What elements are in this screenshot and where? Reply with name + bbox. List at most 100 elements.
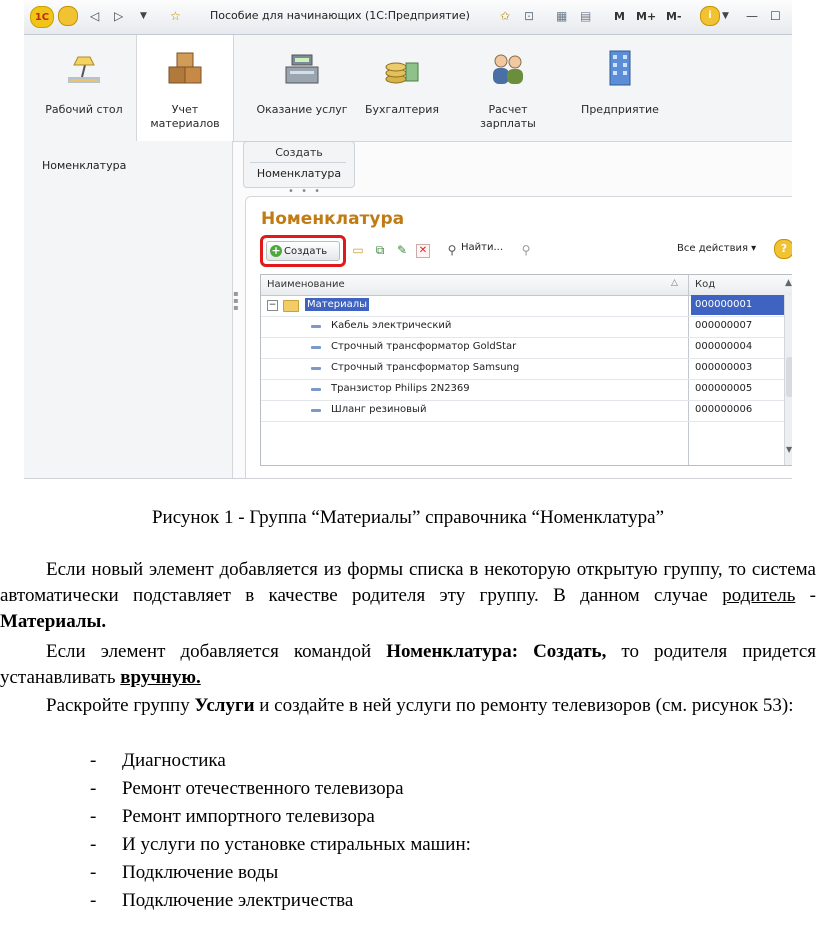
paragraph: Если новый элемент добавляется из формы … — [0, 557, 816, 635]
calendar-icon[interactable]: ▤ — [580, 6, 591, 26]
services-list: - Диагностика - Ремонт отечественного теле… — [90, 747, 471, 915]
cancel-search-icon[interactable]: ⚲ — [518, 242, 534, 258]
minimize-icon[interactable]: — — [746, 6, 758, 26]
item-icon — [311, 346, 321, 349]
divider — [250, 162, 346, 163]
building-icon — [609, 50, 631, 86]
list-form: Номенклатура + Создать ▭ ⧉ ✎ ✕ ⚲ Найти..… — [245, 196, 792, 478]
table-row[interactable]: Кабель электрический 000000007 — [261, 316, 792, 338]
table-row[interactable]: Шланг резиновый 000000006 — [261, 400, 792, 422]
vertical-scrollbar[interactable]: ▼ — [784, 295, 792, 465]
cell-code: 000000007 — [695, 320, 753, 331]
section-label: Учет материалов — [150, 103, 220, 130]
table-row[interactable]: Строчный трансформатор Samsung 000000003 — [261, 358, 792, 380]
back-arrow-icon[interactable]: ◁ — [90, 6, 99, 26]
delete-mark-icon[interactable]: ✕ — [416, 244, 430, 258]
window-title: Пособие для начинающих (1С:Предприятие) — [210, 9, 470, 22]
scroll-down-icon[interactable]: ▼ — [786, 445, 792, 454]
memory-minus-button[interactable]: M- — [666, 6, 682, 26]
maximize-icon[interactable]: ☐ — [770, 6, 781, 26]
menu-circle-icon — [58, 6, 78, 26]
navigation-panel: Номенклатура — [24, 141, 233, 478]
coins-icon — [385, 62, 419, 84]
text: - — [795, 585, 816, 606]
paragraph: Раскройте группу Услуги и создайте в ней… — [0, 693, 816, 719]
item-icon — [311, 409, 321, 412]
table-row[interactable]: Строчный трансформатор GoldStar 00000000… — [261, 337, 792, 359]
memory-plus-button[interactable]: M+ — [636, 6, 656, 26]
main-menu-button[interactable] — [58, 6, 78, 26]
underlined-text: родитель — [722, 585, 796, 606]
actions-header: Создать — [275, 146, 323, 159]
text: Раскройте группу — [46, 695, 195, 716]
cell-name: Строчный трансформатор Samsung — [331, 362, 520, 373]
section-enterprise[interactable]: Предприятие — [570, 35, 670, 139]
item-icon — [311, 367, 321, 370]
section-label: Оказание услуг — [256, 103, 348, 116]
bold-text: Материалы. — [0, 611, 107, 632]
people-icon — [493, 54, 523, 84]
cell-code: 000000003 — [695, 362, 753, 373]
create-group-icon[interactable]: ▭ — [350, 242, 366, 258]
link-icon[interactable]: ⊡ — [524, 6, 534, 26]
boxes-icon — [168, 52, 202, 84]
calculator-icon[interactable]: ▦ — [556, 6, 567, 26]
panel-splitter[interactable]: ▪ ▪ ▪ — [232, 290, 240, 320]
list-item: - Диагностика — [90, 750, 226, 771]
scroll-up-icon[interactable]: ▲ — [785, 278, 792, 288]
section-accounting[interactable]: Бухгалтерия — [354, 35, 450, 139]
cell-code: 000000006 — [695, 404, 753, 415]
text: и создайте в ней услуги по ремонту телев… — [254, 695, 794, 716]
figure-caption: Рисунок 1 - Группа “Материалы” справочни… — [151, 507, 665, 528]
section-label: Рабочий стол — [45, 103, 123, 116]
cell-code: 000000001 — [691, 295, 787, 315]
section-materials[interactable]: Учет материалов — [136, 35, 234, 141]
section-payroll[interactable]: Расчет зарплаты — [460, 35, 556, 139]
list-item: - Ремонт импортного телевизора — [90, 806, 375, 827]
section-label: Бухгалтерия — [364, 103, 440, 116]
section-desktop[interactable]: Рабочий стол — [36, 35, 132, 139]
actions-panel: Создать Номенклатура — [243, 141, 355, 188]
list-item: -И услуги по установке стиральных машин: — [90, 834, 471, 855]
scrollbar-thumb[interactable] — [786, 357, 792, 397]
item-icon — [311, 388, 321, 391]
memory-m-button[interactable]: M — [614, 6, 625, 26]
app-logo[interactable]: 1С — [30, 6, 54, 28]
text: Если элемент добавляется командой — [46, 641, 387, 662]
list-item: - Ремонт отечественного телевизора — [90, 778, 404, 799]
column-header-name[interactable]: Наименование — [267, 279, 345, 290]
help-icon[interactable]: ? — [774, 239, 792, 259]
info-icon[interactable]: i — [700, 6, 720, 26]
section-services[interactable]: Оказание услуг — [254, 35, 350, 139]
cell-name: Кабель электрический — [331, 320, 452, 331]
info-dropdown-icon[interactable]: ▼ — [722, 6, 729, 26]
paragraph: Если элемент добавляется командой Номенк… — [0, 639, 816, 691]
history-dropdown-icon[interactable]: ▼ — [140, 6, 147, 26]
nomenclature-table: Наименование △ Код ▲ − Материалы 0000000… — [260, 274, 792, 466]
section-label: Расчет зарплаты — [480, 103, 536, 130]
favorites-star-icon[interactable]: ☆ — [170, 6, 181, 26]
all-actions-menu[interactable]: Все действия ▾ — [677, 243, 756, 254]
cell-name: Материалы — [305, 298, 369, 311]
collapse-icon[interactable]: − — [267, 300, 278, 311]
cell-name: Транзистор Philips 2N2369 — [331, 383, 470, 394]
list-item: - Подключение электричества — [90, 890, 354, 911]
title-bar: 1С ◁ ▷ ▼ ☆ Пособие для начинающих (1С:Пр… — [24, 0, 792, 35]
search-icon[interactable]: ⚲ — [444, 242, 460, 258]
column-header-code[interactable]: Код — [695, 279, 715, 290]
cell-name: Шланг резиновый — [331, 404, 427, 415]
forward-arrow-icon[interactable]: ▷ — [114, 6, 123, 26]
edit-pencil-icon[interactable]: ✎ — [394, 242, 410, 258]
copy-icon[interactable]: ⧉ — [372, 242, 388, 258]
item-icon — [311, 325, 321, 328]
cell-code: 000000005 — [695, 383, 753, 394]
add-favorite-icon[interactable]: ✩ — [500, 6, 510, 26]
action-create-nomenclature[interactable]: Номенклатура — [244, 167, 354, 180]
nav-item-nomenclature[interactable]: Номенклатура — [42, 159, 126, 172]
table-row-group[interactable]: − Материалы 000000001 — [261, 295, 792, 317]
form-toolbar: + Создать ▭ ⧉ ✎ ✕ ⚲ Найти... ⚲ Все дейст… — [260, 235, 792, 267]
bold-underlined-text: вручную. — [120, 667, 201, 688]
find-button[interactable]: Найти... — [461, 242, 503, 253]
highlight-frame — [260, 235, 346, 267]
table-row[interactable]: Транзистор Philips 2N2369 000000005 — [261, 379, 792, 401]
